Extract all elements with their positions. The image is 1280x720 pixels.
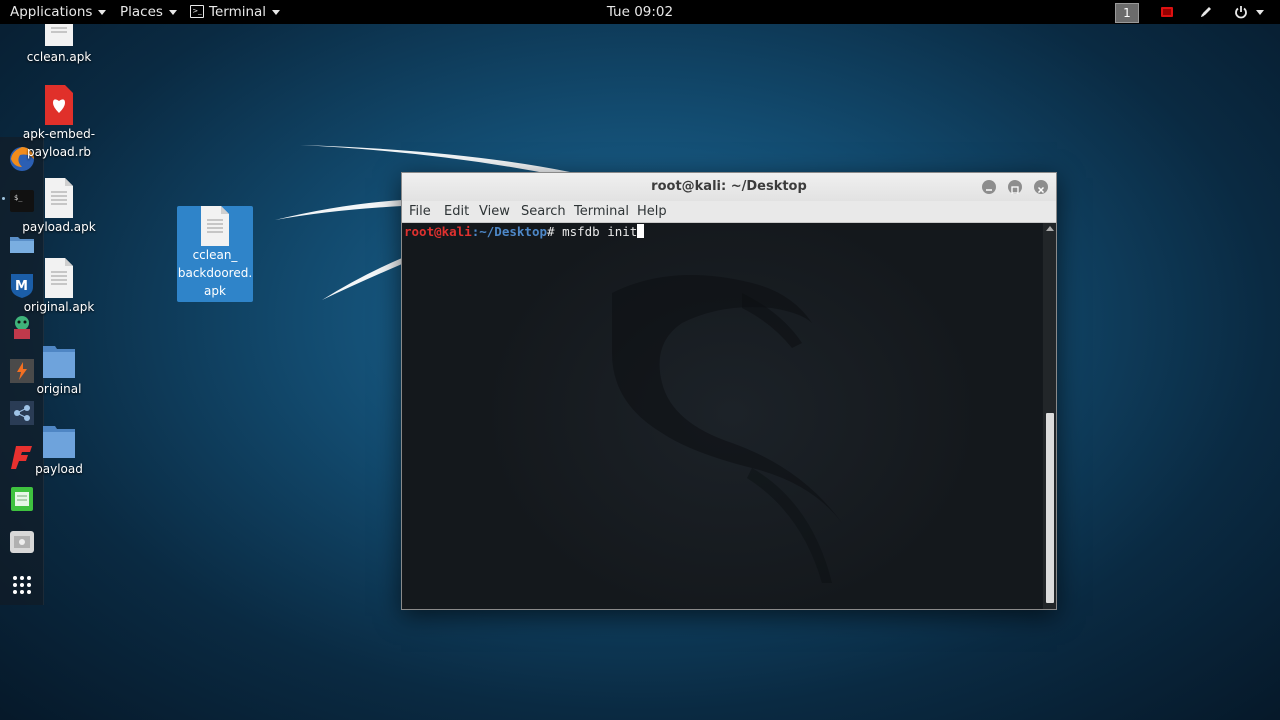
prompt-path: :~/Desktop [471,224,547,239]
folder-icon [43,346,75,378]
pen-icon[interactable] [1198,4,1214,20]
text-cursor [637,224,645,238]
close-icon [1037,186,1045,194]
menu-search[interactable]: Search [521,201,566,222]
close-button[interactable] [1034,180,1048,194]
screen-record-icon[interactable] [1159,4,1175,20]
document-icon [45,178,73,218]
desktop-icon-label: payload [35,462,83,476]
desktop-icon-cclean-apk[interactable]: cclean.apk [16,24,102,66]
desktop-icon-label: cclean.apk [26,50,92,64]
terminal-output[interactable]: root@kali:~/Desktop# msfdb init [402,223,1042,609]
desktop-icon-apk-embed-payload[interactable]: apk-embed-payload.rb [16,85,102,161]
minimize-button[interactable] [982,180,996,194]
maximize-icon [1011,186,1019,194]
document-icon [201,206,229,246]
desktop-icon-cclean-backdoored-apk[interactable]: cclean_ backdoored. apk [177,206,253,302]
leafpad-icon[interactable] [8,485,36,513]
workspace-indicator[interactable]: 1 [1115,3,1139,23]
terminal-prompt-line: root@kali:~/Desktop# msfdb init [404,223,645,241]
terminal-window[interactable]: root@kali: ~/Desktop File Edit View Sear… [401,172,1057,610]
menu-help[interactable]: Help [637,201,667,222]
desktop-icon-label: payload.apk [22,220,96,234]
document-icon [45,258,73,298]
menu-file[interactable]: File [409,201,431,222]
desktop-icon-payload-apk[interactable]: payload.apk [16,178,102,236]
desktop-icon-original-apk[interactable]: original.apk [16,258,102,316]
desktop-icon-original-folder[interactable]: original [16,340,102,398]
scroll-up-icon[interactable] [1046,226,1054,231]
menu-view[interactable]: View [479,201,510,222]
desktop-screen: Applications Places >_ Terminal Tue 09:02… [0,0,1280,720]
desktop-icon-payload-folder[interactable]: payload [16,420,102,478]
terminal-command: msfdb init [562,224,638,239]
system-menu-chevron-icon[interactable] [1256,0,1264,24]
clock[interactable]: Tue 09:02 [0,0,1280,24]
ruby-file-icon [45,85,73,125]
armitage-icon[interactable] [8,313,36,341]
top-panel: Applications Places >_ Terminal Tue 09:02… [0,0,1280,24]
maximize-button[interactable] [1008,180,1022,194]
menu-edit[interactable]: Edit [444,201,469,222]
desktop-icon-label-line3: apk [204,284,226,298]
scrollbar-thumb[interactable] [1046,413,1054,603]
desktop-icon-label-line2: backdoored. [177,266,253,280]
show-apps-icon[interactable] [8,571,36,599]
menu-terminal[interactable]: Terminal [574,201,629,222]
desktop-icon-label: original [36,382,82,396]
folder-icon [43,426,75,458]
desktop-icon-label: original.apk [23,300,95,314]
desktop-icon-label: apk-embed-payload.rb [22,127,96,159]
document-icon [45,24,73,46]
kali-dragon-watermark [612,275,842,583]
prompt-user: root@kali [404,224,472,239]
desktop-icon-label-line1: cclean_ [192,248,238,262]
terminal-menubar: File Edit View Search Terminal Help [402,201,1056,223]
screenshot-icon[interactable] [8,528,36,556]
terminal-scrollbar[interactable] [1043,223,1056,609]
terminal-titlebar[interactable]: root@kali: ~/Desktop [402,173,1056,201]
prompt-symbol: # [547,224,555,239]
power-icon[interactable] [1233,4,1249,20]
minimize-icon [986,189,992,191]
running-indicator [2,197,5,200]
window-title: root@kali: ~/Desktop [651,179,807,194]
